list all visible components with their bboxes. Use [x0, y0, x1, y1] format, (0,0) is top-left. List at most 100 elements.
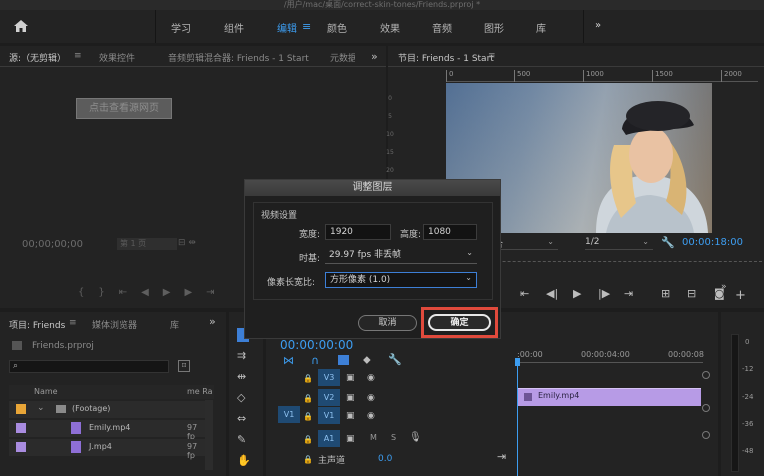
workspace-learn[interactable]: 学习: [171, 20, 191, 35]
search-input[interactable]: ⌕: [9, 360, 169, 373]
lock-icon[interactable]: 🔒: [303, 393, 313, 404]
cancel-button[interactable]: 取消: [358, 315, 417, 331]
tab-audio-clip-mixer[interactable]: 音频剪辑混合器: Friends - 1 Start: [168, 51, 309, 64]
scroll-handle[interactable]: [702, 404, 710, 412]
eye-icon[interactable]: ◉: [367, 393, 375, 404]
scrollbar[interactable]: [205, 400, 213, 470]
panel-menu-icon[interactable]: ≡: [69, 318, 77, 328]
hand-icon[interactable]: ✋: [237, 455, 251, 466]
time-ruler-label: 00:00:04:00: [581, 350, 630, 359]
zoom-value: 1/2: [585, 237, 600, 247]
list-item[interactable]: Emily.mp4 97 fp: [9, 420, 205, 441]
settings-icon[interactable]: ⊟ ⇹: [178, 238, 196, 248]
ok-button[interactable]: 确定: [428, 314, 491, 331]
source-patch-v1[interactable]: V1: [278, 406, 300, 423]
column-name[interactable]: Name: [34, 387, 58, 396]
workspace-audio[interactable]: 音频: [432, 20, 452, 35]
eye-icon[interactable]: ◉: [367, 373, 375, 384]
height-field[interactable]: 1080: [423, 224, 477, 240]
add-marker-icon[interactable]: [338, 355, 349, 365]
sync-lock-icon[interactable]: ▣: [346, 393, 355, 404]
microphone-icon[interactable]: 🎙: [409, 432, 422, 443]
sync-lock-icon[interactable]: ▣: [346, 434, 355, 445]
frame-back-icon[interactable]: ◀|: [546, 288, 558, 299]
more-controls-icon[interactable]: »: [721, 282, 727, 293]
solo-button[interactable]: S: [391, 433, 396, 442]
zoom-select[interactable]: 1/2 ⌄: [585, 237, 653, 250]
tab-project[interactable]: 项目: Friends: [9, 318, 65, 331]
more-workspaces-icon[interactable]: »: [595, 20, 601, 31]
panel-menu-icon[interactable]: ≡: [488, 51, 496, 61]
tab-libraries[interactable]: 库: [170, 318, 179, 331]
lift-icon[interactable]: ⊞: [661, 288, 670, 299]
workspace-graphics[interactable]: 图形: [484, 20, 504, 35]
linked-selection-icon[interactable]: ∩: [311, 354, 319, 367]
meter-tick: -36: [742, 420, 754, 428]
tab-effect-controls[interactable]: 效果控件: [99, 51, 135, 64]
playhead[interactable]: [515, 358, 520, 366]
tab-metadata[interactable]: 元数据: [330, 51, 355, 64]
mute-button[interactable]: M: [370, 433, 377, 442]
more-tabs-icon[interactable]: »: [371, 51, 378, 62]
eye-icon[interactable]: ◉: [367, 411, 375, 422]
program-vertical-ruler: 0 5 10 15 20: [386, 95, 394, 174]
lock-icon[interactable]: 🔒: [303, 411, 313, 422]
program-title[interactable]: 节目: Friends - 1 Start: [398, 51, 494, 64]
sync-lock-icon[interactable]: ▣: [346, 411, 355, 422]
track-select-icon[interactable]: ⇉: [237, 350, 246, 361]
new-bin-icon[interactable]: ⊡: [178, 360, 190, 372]
time-ruler[interactable]: [515, 362, 703, 368]
tab-media-browser[interactable]: 媒体浏览器: [92, 318, 137, 331]
lock-icon[interactable]: 🔒: [303, 434, 313, 445]
workspace-libraries[interactable]: 库: [536, 20, 546, 35]
wrench-icon[interactable]: 🔧: [388, 354, 402, 365]
razor-icon[interactable]: ◇: [237, 392, 245, 403]
track-a1[interactable]: A1: [318, 430, 340, 447]
add-button-icon[interactable]: +: [735, 289, 746, 302]
ripple-edit-icon[interactable]: ⇹: [237, 371, 246, 382]
extract-icon[interactable]: ⊟: [687, 288, 696, 299]
page-select[interactable]: 第 1 页: [117, 238, 177, 250]
lock-icon[interactable]: 🔒: [303, 373, 313, 384]
step-forward-icon[interactable]: ⇥: [624, 288, 633, 299]
go-to-in-icon[interactable]: ⇥: [497, 451, 506, 462]
step-back-icon[interactable]: ⇤: [520, 288, 529, 299]
frame-forward-icon[interactable]: |▶: [598, 288, 610, 299]
master-track-label: 主声道: [318, 456, 346, 466]
pen-icon[interactable]: ✎: [237, 434, 246, 445]
lock-icon[interactable]: 🔒: [303, 454, 313, 465]
source-transport-icons[interactable]: {}⇤◀▶▶⇥: [78, 287, 229, 298]
scroll-handle[interactable]: [702, 431, 710, 439]
width-field[interactable]: 1920: [325, 224, 391, 240]
list-item[interactable]: ⌄ (Footage): [9, 401, 205, 418]
workspace-effects[interactable]: 效果: [380, 20, 400, 35]
tab-source[interactable]: 源:（无剪辑）: [9, 51, 66, 64]
column-frame-rate[interactable]: me Ra: [187, 387, 213, 396]
snap-icon[interactable]: ⋈: [283, 354, 294, 367]
timebase-select[interactable]: 29.97 fps 非丢帧 ⌄: [325, 248, 477, 264]
track-v1[interactable]: V1: [318, 407, 340, 424]
workspace-editing[interactable]: 编辑: [277, 20, 297, 35]
track-v2[interactable]: V2: [318, 389, 340, 406]
scroll-handle[interactable]: [702, 371, 710, 379]
play-icon[interactable]: ▶: [573, 288, 581, 299]
panel-menu-icon[interactable]: ≡: [74, 51, 82, 61]
pixel-aspect-select[interactable]: 方形像素 (1.0) ⌄: [325, 272, 477, 288]
window-title: /用户/mac/桌面/correct-skin-tones/Friends.pr…: [0, 0, 764, 10]
home-icon[interactable]: [13, 18, 29, 34]
workspace-menu-icon[interactable]: ≡: [302, 20, 311, 33]
list-item[interactable]: J.mp4 97 fp: [9, 439, 205, 460]
workspace-color[interactable]: 颜色: [327, 20, 347, 35]
marker-icon[interactable]: ⬥: [363, 354, 371, 365]
track-v3[interactable]: V3: [318, 369, 340, 386]
timeline-clip[interactable]: Emily.mp4: [518, 388, 701, 406]
slip-icon[interactable]: ⇔: [237, 413, 246, 424]
fit-select[interactable]: 合 ⌄: [494, 237, 558, 250]
master-volume[interactable]: 0.0: [378, 454, 392, 464]
sync-lock-icon[interactable]: ▣: [346, 373, 355, 384]
chevron-down-icon[interactable]: ⌄: [37, 403, 45, 413]
more-tabs-icon[interactable]: »: [209, 316, 216, 327]
audio-meter-bar: [731, 334, 739, 472]
workspace-assembly[interactable]: 组件: [224, 20, 244, 35]
wrench-icon[interactable]: 🔧: [661, 236, 675, 249]
